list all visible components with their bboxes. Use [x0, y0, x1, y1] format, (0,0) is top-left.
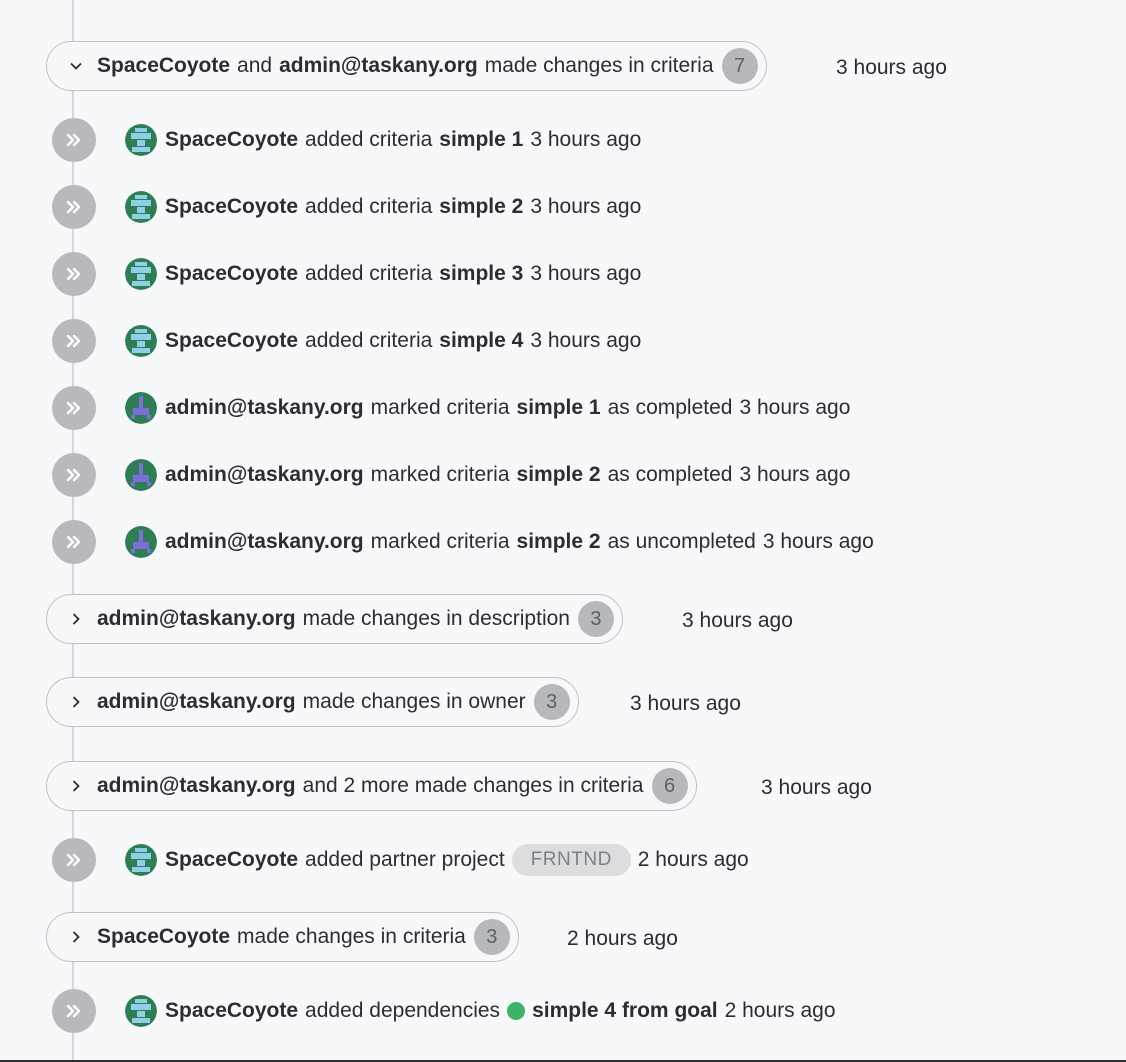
double-chevron-right-icon	[52, 252, 96, 296]
group-actor-2[interactable]: admin@taskany.org	[279, 54, 478, 78]
double-chevron-right-icon	[52, 185, 96, 229]
event-target[interactable]: simple 4 from goal	[532, 999, 718, 1023]
project-tag[interactable]: FRNTND	[511, 844, 631, 876]
event-time: 3 hours ago	[739, 396, 851, 419]
avatar[interactable]	[125, 459, 157, 491]
double-chevron-right-icon	[52, 989, 96, 1033]
double-chevron-right-icon	[52, 838, 96, 882]
avatar[interactable]	[125, 995, 157, 1027]
change-count-badge: 3	[577, 601, 614, 637]
chevron-right-icon	[67, 693, 85, 711]
avatar[interactable]	[125, 258, 157, 290]
event-actor[interactable]: SpaceCoyote	[165, 329, 298, 353]
activity-timeline: SpaceCoyote and admin@taskany.org made c…	[0, 0, 1126, 1062]
group-criteria-changes-coyote[interactable]: SpaceCoyote made changes in criteria 3	[46, 912, 519, 962]
group-time: 3 hours ago	[836, 56, 947, 79]
change-count-badge: 7	[721, 48, 758, 84]
event-actor[interactable]: admin@taskany.org	[165, 396, 364, 420]
event-time: 3 hours ago	[530, 329, 642, 352]
event-actor[interactable]: SpaceCoyote	[165, 848, 298, 872]
double-chevron-right-icon	[52, 453, 96, 497]
group-criteria-changes[interactable]: SpaceCoyote and admin@taskany.org made c…	[46, 41, 767, 91]
group-criteria-changes-more[interactable]: admin@taskany.org and 2 more made change…	[46, 761, 697, 811]
group-owner-changes[interactable]: admin@taskany.org made changes in owner …	[46, 677, 579, 727]
change-count-badge: 3	[533, 684, 570, 720]
event-target[interactable]: simple 1	[517, 396, 601, 420]
avatar[interactable]	[125, 526, 157, 558]
double-chevron-right-icon	[52, 118, 96, 162]
event-target[interactable]: simple 1	[439, 128, 523, 152]
event-time: 2 hours ago	[637, 848, 749, 871]
event-time: 3 hours ago	[530, 262, 642, 285]
green-dot-icon	[507, 1002, 526, 1020]
double-chevron-right-icon	[52, 386, 96, 430]
event-time: 3 hours ago	[530, 195, 642, 218]
event-actor[interactable]: admin@taskany.org	[165, 530, 364, 554]
avatar[interactable]	[125, 392, 157, 424]
event-target[interactable]: simple 2	[439, 195, 523, 219]
event-target[interactable]: simple 2	[517, 463, 601, 487]
group-actor[interactable]: admin@taskany.org	[97, 607, 296, 631]
event-actor[interactable]: SpaceCoyote	[165, 999, 298, 1023]
change-count-badge: 6	[651, 768, 688, 804]
double-chevron-right-icon	[52, 520, 96, 564]
chevron-down-icon	[67, 57, 85, 75]
group-time: 2 hours ago	[567, 927, 678, 950]
group-time: 3 hours ago	[630, 692, 741, 715]
group-description-changes[interactable]: admin@taskany.org made changes in descri…	[46, 594, 623, 644]
group-actor[interactable]: admin@taskany.org	[97, 774, 296, 798]
double-chevron-right-icon	[52, 319, 96, 363]
group-actor[interactable]: admin@taskany.org	[97, 690, 296, 714]
event-target[interactable]: simple 2	[517, 530, 601, 554]
group-actor[interactable]: SpaceCoyote	[97, 925, 230, 949]
event-time: 2 hours ago	[724, 999, 836, 1022]
event-actor[interactable]: SpaceCoyote	[165, 195, 298, 219]
group-time: 3 hours ago	[682, 609, 793, 632]
event-time: 3 hours ago	[762, 530, 874, 553]
avatar[interactable]	[125, 325, 157, 357]
avatar[interactable]	[125, 844, 157, 876]
avatar[interactable]	[125, 124, 157, 156]
event-time: 3 hours ago	[739, 463, 851, 486]
event-target[interactable]: simple 3	[439, 262, 523, 286]
event-actor[interactable]: SpaceCoyote	[165, 128, 298, 152]
change-count-badge: 3	[473, 919, 510, 955]
event-time: 3 hours ago	[530, 128, 642, 151]
group-time: 3 hours ago	[761, 776, 872, 799]
event-actor[interactable]: admin@taskany.org	[165, 463, 364, 487]
chevron-right-icon	[67, 777, 85, 795]
event-actor[interactable]: SpaceCoyote	[165, 262, 298, 286]
chevron-right-icon	[67, 928, 85, 946]
event-target[interactable]: simple 4	[439, 329, 523, 353]
group-actor[interactable]: SpaceCoyote	[97, 54, 230, 78]
avatar[interactable]	[125, 191, 157, 223]
chevron-right-icon	[67, 610, 85, 628]
